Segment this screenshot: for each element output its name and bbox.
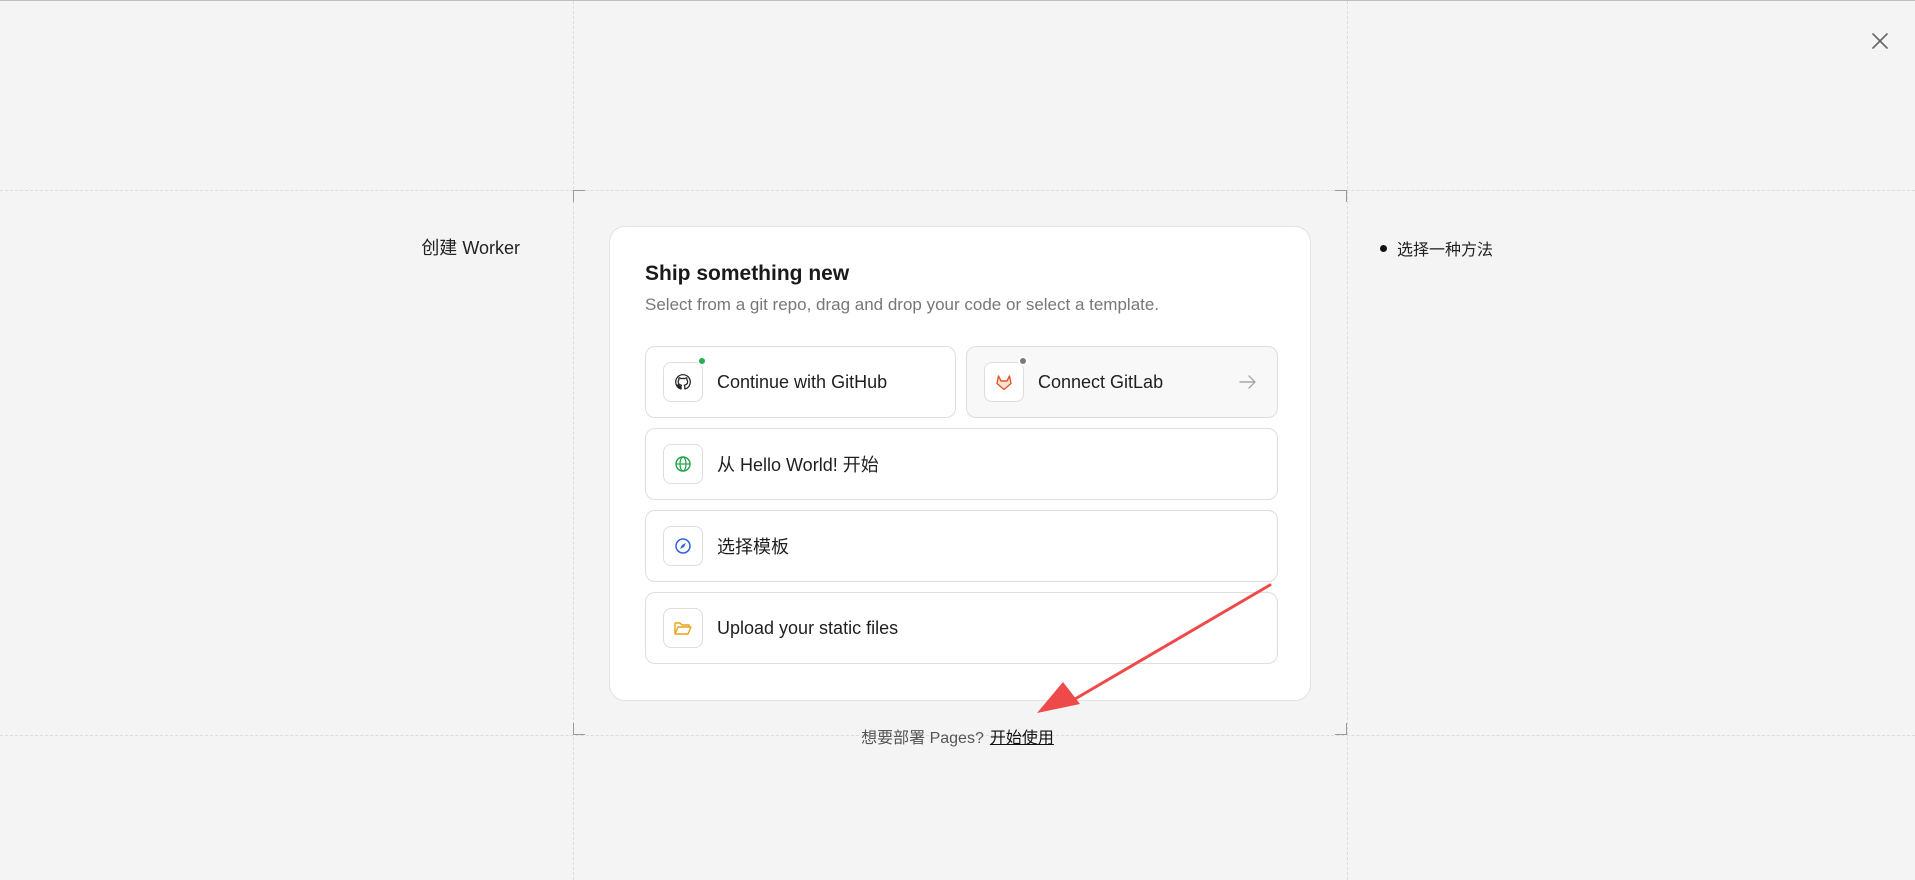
guide-line — [0, 190, 1915, 191]
pages-prompt: 想要部署 Pages? 开始使用 — [0, 724, 1915, 748]
card-subtitle: Select from a git repo, drag and drop yo… — [645, 295, 1160, 314]
continue-github-button[interactable]: Continue with GitHub — [645, 346, 956, 418]
close-icon — [1872, 33, 1888, 49]
github-icon — [675, 374, 691, 390]
create-card: Ship something new Select from a git rep… — [609, 226, 1311, 701]
compass-icon — [675, 538, 691, 554]
corner-mark — [573, 190, 585, 202]
connected-status-dot — [697, 356, 707, 366]
pages-prompt-text: 想要部署 Pages? — [861, 730, 984, 747]
github-label: Continue with GitHub — [717, 371, 888, 392]
upload-label: Upload your static files — [717, 617, 899, 638]
icon-box — [984, 356, 1028, 402]
template-label: 选择模板 — [717, 537, 789, 557]
step-label: 选择一种方法 — [1397, 242, 1494, 259]
icon-box — [663, 444, 703, 484]
icon-box — [663, 526, 703, 566]
globe-icon — [675, 456, 691, 472]
guide-line — [1347, 1, 1348, 880]
folder-icon — [674, 622, 692, 635]
upload-static-files-button[interactable]: Upload your static files — [645, 592, 1278, 664]
gitlab-icon — [996, 375, 1012, 391]
arrow-right-icon — [1239, 375, 1256, 389]
close-button[interactable] — [1868, 29, 1892, 53]
hello-world-label: 从 Hello World! 开始 — [717, 455, 879, 475]
hello-world-button[interactable]: 从 Hello World! 开始 — [645, 428, 1278, 500]
connect-gitlab-button[interactable]: Connect GitLab — [966, 346, 1278, 418]
select-template-button[interactable]: 选择模板 — [645, 510, 1278, 582]
step-indicator: 选择一种方法 — [1380, 236, 1493, 260]
gitlab-label: Connect GitLab — [1038, 371, 1164, 392]
guide-line — [573, 1, 574, 880]
disconnected-status-dot — [1018, 356, 1028, 366]
page-title: 创建 Worker — [421, 238, 520, 258]
get-started-link[interactable]: 开始使用 — [990, 730, 1054, 747]
page: 创建 Worker 选择一种方法 Ship something new Sele… — [0, 0, 1915, 880]
icon-box — [663, 356, 707, 402]
corner-mark — [1335, 190, 1347, 202]
card-title: Ship something new — [645, 262, 850, 285]
step-dot — [1380, 244, 1387, 252]
icon-box — [663, 608, 703, 648]
